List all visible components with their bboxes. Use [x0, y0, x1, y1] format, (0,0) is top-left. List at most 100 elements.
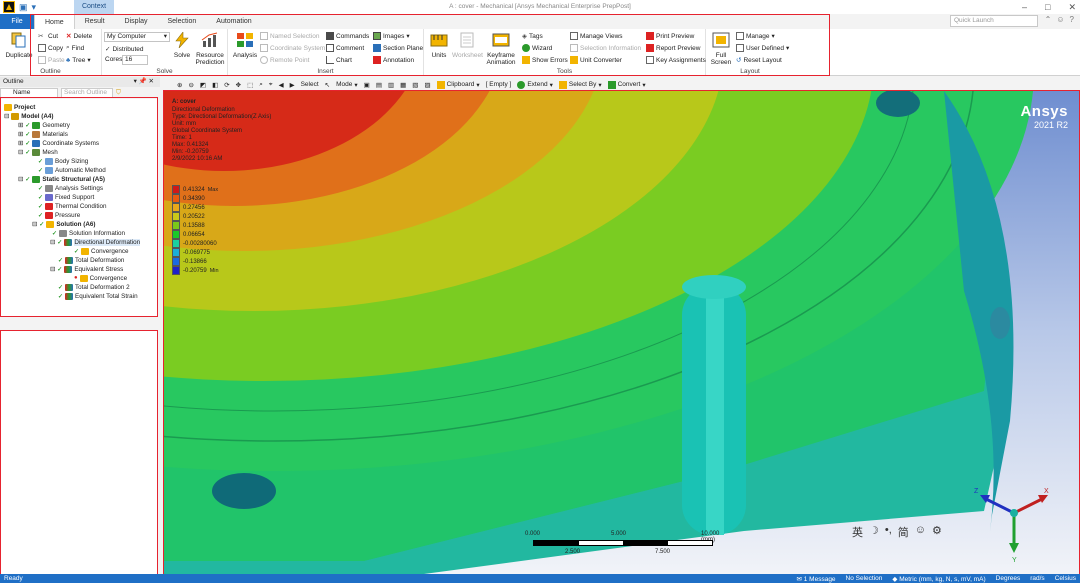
collapse-ribbon-icon[interactable]: ⌃ [1045, 15, 1052, 24]
close-icon[interactable]: ✕ [1068, 0, 1076, 14]
tree-node-pressure[interactable]: ✓ Pressure [38, 211, 80, 219]
zoom-out-icon[interactable]: ⊖ [188, 81, 193, 89]
tree-node-automatic-method[interactable]: ✓ Automatic Method [38, 166, 106, 174]
key-assignments-button[interactable]: Key Assignments [646, 56, 706, 64]
tree-node-mesh[interactable]: ⊟ ✓ Mesh [18, 148, 58, 156]
select-body-icon[interactable]: ▦ [400, 81, 406, 89]
duplicate-button[interactable]: Duplicate [4, 32, 34, 59]
tab-display[interactable]: Display [115, 14, 158, 29]
ime-simplified-icon[interactable]: 简 [898, 524, 909, 540]
tab-file[interactable]: File [0, 14, 34, 29]
tree-node-fixed-support[interactable]: ✓ Fixed Support [38, 193, 94, 201]
tags-button[interactable]: ◈ Tags [522, 32, 543, 41]
status-messages[interactable]: ✉ 1 Message [796, 575, 835, 583]
extend-dropdown[interactable]: Extend ▾ [517, 80, 553, 89]
select-label[interactable]: Select [301, 81, 319, 88]
status-units[interactable]: ◆ Metric (mm, kg, N, s, mV, mA) [892, 575, 985, 583]
magnifier-icon[interactable]: ⌖ [269, 81, 273, 89]
tree-node-analysis-settings[interactable]: ✓ Analysis Settings [38, 184, 103, 192]
selection-information-button[interactable]: Selection Information [570, 44, 641, 52]
report-preview-button[interactable]: Report Preview [646, 44, 700, 52]
tree-node-geometry[interactable]: ⊞ ✓ Geometry [18, 121, 70, 129]
select-point-icon[interactable]: ↖ [325, 81, 330, 89]
name-column-header[interactable]: Name [0, 88, 58, 98]
remote-point-button[interactable]: Remote Point [260, 56, 309, 64]
tree-node-project[interactable]: Project [4, 103, 35, 111]
minimize-icon[interactable]: – [1022, 0, 1027, 14]
tree-button[interactable]: ♣ Tree ▾ [66, 56, 91, 65]
quick-access-dropdown-icon[interactable]: ▾ [32, 2, 37, 13]
graphics-viewport[interactable]: A: cover Directional Deformation Type: D… [164, 91, 1080, 574]
view-fit-icon[interactable]: ◧ [212, 81, 218, 89]
quick-launch-input[interactable]: Quick Launch [950, 15, 1038, 27]
filter-icon[interactable]: ⛉ [116, 89, 121, 97]
tree-node-model[interactable]: ⊟ Model (A4) [4, 112, 53, 120]
pan-icon[interactable]: ✥ [236, 81, 241, 89]
zoom-box-icon[interactable]: ⬚ [247, 81, 253, 89]
distributed-checkbox[interactable]: ✓ Distributed [105, 45, 144, 54]
units-button[interactable]: Units [427, 32, 451, 59]
tree-node-materials[interactable]: ⊞ ✓ Materials [18, 130, 68, 138]
annotation-button[interactable]: Annotation [373, 56, 414, 64]
tree-node-thermal-condition[interactable]: ✓ Thermal Condition [38, 202, 106, 210]
manage-layout-button[interactable]: Manage ▾ [736, 32, 775, 40]
keyframe-animation-button[interactable]: Keyframe Animation [484, 32, 518, 66]
section-plane-button[interactable]: Section Plane [373, 44, 423, 52]
ansys-app-icon[interactable] [3, 1, 15, 13]
tree-node-coordinate-systems[interactable]: ⊞ ✓ Coordinate Systems [18, 139, 99, 147]
rotate-icon[interactable]: ⟳ [224, 81, 229, 89]
convert-dropdown[interactable]: Convert ▾ [607, 80, 646, 89]
select-element-icon[interactable]: ▨ [424, 81, 430, 89]
previous-view-icon[interactable]: ◀ [279, 81, 284, 89]
tree-node-convergence-2[interactable]: ● Convergence [74, 274, 127, 282]
outline-search-input[interactable]: Search Outline [61, 88, 113, 98]
ime-english-icon[interactable]: 英 [852, 524, 863, 540]
select-vertex-icon[interactable]: ▣ [364, 81, 370, 89]
ime-moon-icon[interactable]: ☽ [869, 524, 879, 540]
analysis-button[interactable]: Analysis [231, 32, 259, 59]
view-iso-icon[interactable]: ◩ [200, 81, 206, 89]
tree-node-solution-information[interactable]: ✓ Solution Information [52, 229, 125, 237]
tab-automation[interactable]: Automation [206, 14, 261, 29]
solve-computer-select[interactable]: My Computer ▾ [104, 32, 170, 42]
select-edge-icon[interactable]: ▤ [376, 81, 382, 89]
tree-node-convergence-1[interactable]: ✓ Convergence [74, 247, 129, 255]
maximize-icon[interactable]: □ [1045, 0, 1050, 14]
tree-node-total-deformation[interactable]: ✓ Total Deformation [58, 256, 124, 264]
axis-triad[interactable]: Z X Y [972, 483, 1052, 563]
paste-button[interactable]: Paste [38, 56, 65, 64]
cores-input[interactable]: 16 [122, 55, 148, 65]
show-errors-button[interactable]: Show Errors [522, 56, 568, 64]
user-defined-button[interactable]: User Defined ▾ [736, 44, 789, 52]
tab-selection[interactable]: Selection [157, 14, 206, 29]
quick-access-save-icon[interactable]: ▣ [19, 2, 28, 13]
commands-button[interactable]: Commands [326, 32, 369, 40]
find-button[interactable]: ⌕ Find [66, 44, 84, 52]
select-node-icon[interactable]: ▧ [412, 81, 418, 89]
status-angle[interactable]: Degrees [996, 575, 1021, 583]
ime-punct-icon[interactable]: •, [885, 524, 892, 540]
tree-node-total-deformation-2[interactable]: ✓ Total Deformation 2 [58, 283, 130, 291]
unit-converter-button[interactable]: Unit Converter [570, 56, 622, 64]
wizard-button[interactable]: Wizard [522, 44, 552, 52]
next-view-icon[interactable]: ▶ [290, 81, 295, 89]
cut-button[interactable]: ✂ Cut [38, 32, 58, 41]
zoom-in-icon[interactable]: ⊕ [177, 81, 182, 89]
select-by-dropdown[interactable]: Select By ▾ [558, 80, 602, 89]
pin-icon[interactable]: ▾ 📌 ✕ [134, 77, 154, 87]
tree-node-body-sizing[interactable]: ✓ Body Sizing [38, 157, 88, 165]
manage-views-button[interactable]: Manage Views [570, 32, 623, 40]
smiley-icon[interactable]: ☺ [1056, 15, 1064, 24]
ime-emoji-icon[interactable]: ☺ [915, 524, 926, 540]
chart-button[interactable]: Chart [326, 56, 352, 64]
mode-dropdown[interactable]: Mode ▾ [336, 81, 358, 89]
tree-node-equivalent-stress[interactable]: ⊟ ✓ Equivalent Stress [50, 265, 123, 273]
tree-node-directional-deformation[interactable]: ⊟ ✓ Directional Deformation [50, 238, 141, 246]
tree-node-static-structural[interactable]: ⊟ ✓ Static Structural (A5) [18, 175, 105, 183]
print-preview-button[interactable]: Print Preview [646, 32, 694, 40]
solve-button[interactable]: Solve [172, 31, 192, 59]
resource-prediction-button[interactable]: Resource Prediction [194, 32, 226, 66]
worksheet-button[interactable]: Worksheet [452, 32, 483, 59]
clipboard-dropdown[interactable]: Clipboard ▾ [436, 80, 480, 89]
status-ang-vel[interactable]: rad/s [1030, 575, 1044, 583]
